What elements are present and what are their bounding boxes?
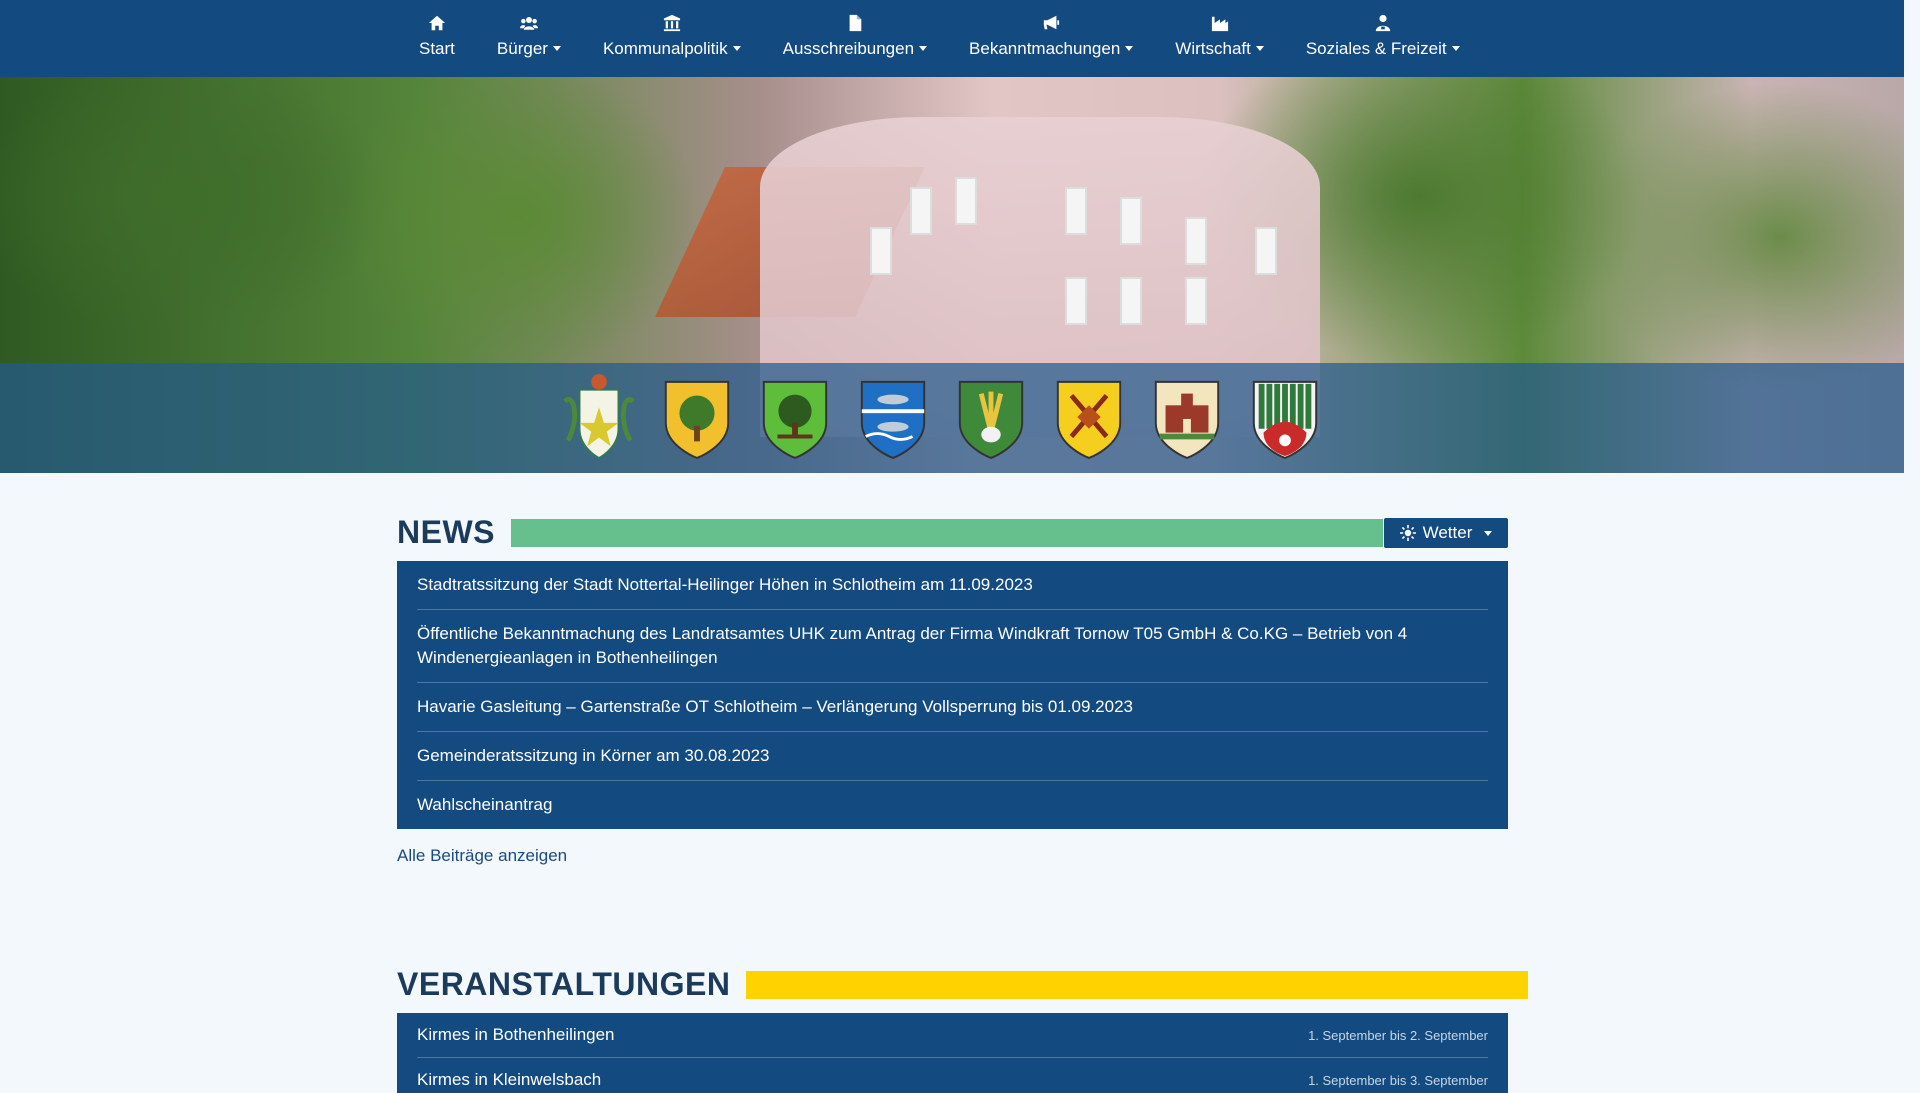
home-icon (428, 15, 446, 31)
news-title: NEWS (397, 514, 495, 550)
news-item[interactable]: Wahlscheinantrag (417, 781, 1488, 829)
nav-label: Start (419, 39, 455, 58)
users-icon (519, 17, 538, 30)
crest-row (560, 371, 1324, 463)
news-item[interactable]: Gemeinderatssitzung in Körner am 30.08.2… (417, 732, 1488, 781)
nav-item-kommunalpolitik[interactable]: Kommunalpolitik (582, 0, 762, 59)
nav-item-start[interactable]: Start (398, 0, 476, 59)
all-posts-link[interactable]: Alle Beiträge anzeigen (397, 846, 567, 866)
news-item[interactable]: Havarie Gasleitung – Gartenstraße OT Sch… (417, 683, 1488, 732)
caret-down-icon (1484, 530, 1493, 536)
caret-down-icon (1255, 46, 1264, 51)
crest-wheat-green-icon[interactable] (952, 371, 1030, 463)
event-title: Kirmes in Bothenheilingen (417, 1025, 615, 1044)
caret-down-icon (919, 46, 928, 51)
nav-label: Kommunalpolitik (602, 39, 728, 58)
event-item[interactable]: Kirmes in Bothenheilingen 1. September b… (417, 1013, 1488, 1058)
crest-castle-cream-icon[interactable] (1148, 371, 1226, 463)
nav-label: Ausschreibungen (782, 39, 915, 58)
crest-tools-gold-icon[interactable] (1050, 371, 1128, 463)
caret-down-icon (1451, 46, 1460, 51)
industry-icon (1211, 16, 1228, 32)
events-header: VERANSTALTUNGEN (397, 966, 1529, 1003)
nav-item-ausschreibungen[interactable]: Ausschreibungen (762, 0, 948, 59)
news-header: NEWS (397, 514, 1383, 551)
caret-down-icon (732, 46, 741, 51)
nav-item-buerger[interactable]: Bürger (476, 0, 582, 59)
caret-down-icon (552, 46, 561, 51)
weather-dropdown-button[interactable]: Wetter (1384, 518, 1508, 548)
weather-label: Wetter (1422, 523, 1473, 542)
nav-label: Soziales & Freizeit (1305, 39, 1447, 58)
nav-label: Wirtschaft (1175, 39, 1251, 58)
event-item[interactable]: Kirmes in Kleinwelsbach 1. September bis… (417, 1058, 1488, 1093)
event-date: 1. September bis 2. September (1308, 1027, 1488, 1043)
crest-oak-gold-icon[interactable] (658, 371, 736, 463)
nav-label: Bürger (496, 39, 548, 58)
nav-label: Bekanntmachungen (969, 39, 1121, 58)
crest-fish-blue-icon[interactable] (854, 371, 932, 463)
crest-notertal-icon[interactable] (560, 371, 638, 463)
document-icon (849, 14, 862, 32)
crest-tree-green-icon[interactable] (756, 371, 834, 463)
nav-items: Start Bürger Kommunalpolitik Ausschreibu… (398, 0, 1481, 77)
crest-band (0, 363, 1904, 473)
event-title: Kirmes in Kleinwelsbach (417, 1070, 602, 1089)
institution-icon (663, 14, 680, 32)
event-date: 1. September bis 3. September (1308, 1072, 1488, 1088)
crest-poplars-green-icon[interactable] (1246, 371, 1324, 463)
events-accent-bar (746, 970, 1529, 999)
events-title: VERANSTALTUNGEN (397, 966, 731, 1002)
sun-icon (1399, 525, 1416, 541)
main-navigation: Start Bürger Kommunalpolitik Ausschreibu… (0, 0, 1904, 77)
nav-item-soziales-freizeit[interactable]: Soziales & Freizeit (1285, 0, 1481, 59)
news-accent-bar (511, 518, 1383, 547)
person-icon (1375, 14, 1390, 32)
news-item[interactable]: Stadtratssitzung der Stadt Nottertal-Hei… (417, 561, 1488, 610)
megaphone-icon (1043, 15, 1060, 30)
hero-banner (0, 77, 1904, 473)
caret-down-icon (1125, 46, 1134, 51)
nav-item-bekanntmachungen[interactable]: Bekanntmachungen (948, 0, 1154, 59)
events-list: Kirmes in Bothenheilingen 1. September b… (397, 1013, 1508, 1093)
nav-item-wirtschaft[interactable]: Wirtschaft (1154, 0, 1285, 59)
news-list: Stadtratssitzung der Stadt Nottertal-Hei… (397, 561, 1508, 829)
news-item[interactable]: Öffentliche Bekanntmachung des Landratsa… (417, 610, 1488, 683)
